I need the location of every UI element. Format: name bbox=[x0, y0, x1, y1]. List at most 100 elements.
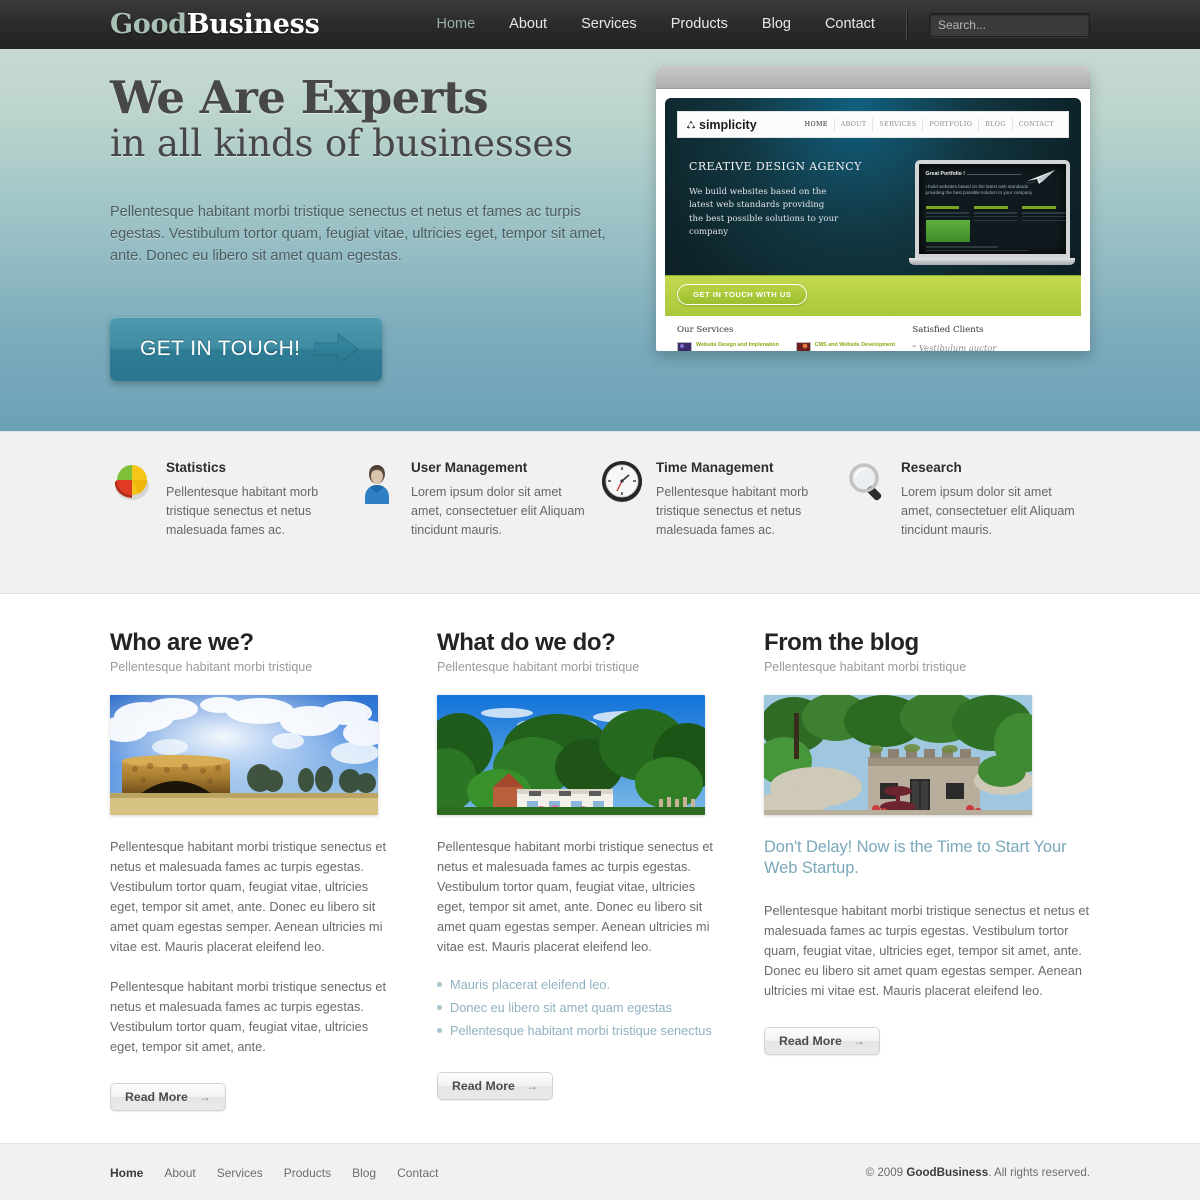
mock-laptop-bottom-lines bbox=[925, 246, 1046, 254]
list-item: Pellentesque habitant morbi tristique se… bbox=[436, 1023, 719, 1038]
clock-icon bbox=[600, 460, 648, 540]
read-more-button-who[interactable]: Read More → bbox=[110, 1083, 226, 1111]
logo-good: Good bbox=[110, 9, 187, 40]
column-what-do-we-do: What do we do? Pellentesque habitant mor… bbox=[436, 629, 764, 1111]
mock-nav-contact: CONTACT bbox=[1011, 118, 1060, 131]
cta-label: GET IN TOUCH! bbox=[140, 337, 301, 360]
bullet-dot-icon bbox=[436, 982, 442, 987]
mock-nav-blog: BLOG bbox=[978, 118, 1011, 131]
column-subheading: Pellentesque habitant morbi tristique bbox=[436, 660, 640, 674]
column-who-are-we: Who are we? Pellentesque habitant morbi … bbox=[110, 629, 437, 1111]
mock-service-label: CMS and Website Development bbox=[814, 342, 896, 348]
column-heading: What do we do? bbox=[436, 629, 616, 656]
column-paragraph: Pellentesque habitant morbi tristique se… bbox=[110, 979, 387, 1054]
recycle-icon bbox=[686, 120, 696, 128]
features-section: Statistics Pellentesque habitant morb tr… bbox=[0, 431, 1200, 594]
blog-post-title-link[interactable]: Don't Delay! Now is the Time to Start Yo… bbox=[764, 837, 1090, 879]
site-footer: Home About Services Products Blog Contac… bbox=[0, 1143, 1200, 1200]
bullet-dot-icon bbox=[436, 1005, 442, 1010]
column-heading: Who are we? bbox=[110, 629, 254, 656]
nav-item-contact[interactable]: Contact bbox=[808, 0, 892, 49]
footer-nav-services[interactable]: Services bbox=[217, 1166, 263, 1180]
mock-browser-titlebar bbox=[656, 66, 1090, 89]
nav-item-blog[interactable]: Blog bbox=[745, 0, 808, 49]
pie-chart-icon bbox=[110, 460, 158, 540]
feature-time-management: Time Management Pellentesque habitant mo… bbox=[600, 460, 845, 540]
main-navigation: Home About Services Products Blog Contac… bbox=[419, 0, 907, 49]
copyright-suffix: . All rights reserved. bbox=[988, 1166, 1090, 1179]
nav-item-products[interactable]: Products bbox=[654, 0, 745, 49]
list-item: Mauris placerat eleifend leo. bbox=[436, 977, 719, 992]
feature-text: Lorem ipsum dolor sit amet amet, consect… bbox=[901, 485, 1075, 537]
nav-item-services[interactable]: Services bbox=[564, 0, 654, 49]
paper-plane-icon bbox=[1025, 170, 1055, 184]
content-columns-section: Who are we? Pellentesque habitant morbi … bbox=[0, 594, 1200, 1111]
user-icon bbox=[355, 460, 403, 540]
column-paragraph: Pellentesque habitant morbi tristique se… bbox=[110, 839, 387, 954]
mock-service-item: CMS and Website Development bbox=[795, 342, 905, 351]
footer-navigation: Home About Services Products Blog Contac… bbox=[110, 1166, 438, 1180]
nav-item-about[interactable]: About bbox=[492, 0, 564, 49]
mock-laptop-text: I build websites based on the latest web… bbox=[925, 184, 1033, 196]
list-item: Donec eu libero sit amet quam egestas bbox=[436, 1000, 719, 1015]
read-more-label: Read More bbox=[451, 1079, 515, 1093]
website-preview-mock: simplicity HOME ABOUT SERVICES PORTFOLIO… bbox=[656, 66, 1090, 351]
mock-get-in-touch-button[interactable]: GET IN TOUCH WITH US bbox=[677, 284, 808, 305]
feature-user-management: User Management Lorem ipsum dolor sit am… bbox=[355, 460, 600, 540]
mock-site-logo: simplicity bbox=[686, 118, 757, 132]
mock-laptop-title: Great Portfolio ! bbox=[925, 171, 965, 177]
bullet-link[interactable]: Mauris placerat eleifend leo. bbox=[450, 977, 610, 992]
magnifier-icon bbox=[845, 460, 893, 540]
site-logo[interactable]: GoodBusiness bbox=[110, 9, 320, 40]
footer-nav-products[interactable]: Products bbox=[284, 1166, 331, 1180]
search-box bbox=[928, 12, 1090, 37]
hero-title-line2: in all kinds of businesses bbox=[110, 122, 573, 166]
column-image-what bbox=[436, 695, 705, 815]
feature-text: Pellentesque habitant morb tristique sen… bbox=[656, 485, 809, 537]
monitor-icon bbox=[795, 342, 811, 351]
get-in-touch-button[interactable]: GET IN TOUCH! bbox=[110, 317, 382, 381]
copyright-brand: GoodBusiness bbox=[906, 1166, 989, 1179]
mock-site-heading: CREATIVE DESIGN AGENCY bbox=[689, 160, 862, 173]
mock-nav-services: SERVICES bbox=[872, 118, 922, 131]
page-root: GoodBusiness Home About Services Product… bbox=[0, 0, 1200, 1200]
column-paragraph: Pellentesque habitant morbi tristique se… bbox=[436, 839, 713, 954]
read-more-button-blog[interactable]: Read More → bbox=[763, 1027, 880, 1055]
nav-divider bbox=[905, 9, 907, 40]
arrow-right-icon: → bbox=[852, 1034, 865, 1048]
nav-item-home[interactable]: Home bbox=[419, 0, 492, 49]
read-more-label: Read More bbox=[778, 1034, 842, 1048]
footer-nav-home[interactable]: Home bbox=[110, 1166, 143, 1180]
feature-title: Statistics bbox=[166, 460, 227, 475]
column-bullet-list: Mauris placerat eleifend leo. Donec eu l… bbox=[436, 977, 719, 1038]
mock-service-item: Website Design and Implenation bbox=[677, 342, 786, 351]
feature-statistics: Statistics Pellentesque habitant morb tr… bbox=[110, 460, 355, 540]
read-more-label: Read More bbox=[125, 1090, 188, 1104]
mock-site-nav-links: HOME ABOUT SERVICES PORTFOLIO BLOG CONTA… bbox=[799, 118, 1060, 131]
column-subheading: Pellentesque habitant morbi tristique bbox=[110, 660, 313, 674]
feature-title: Time Management bbox=[656, 460, 774, 475]
footer-nav-contact[interactable]: Contact bbox=[397, 1166, 438, 1180]
bullet-dot-icon bbox=[436, 1028, 442, 1033]
mock-clients-heading: Satisfied Clients bbox=[912, 325, 984, 335]
mock-service-label: Website Design and Implenation bbox=[696, 342, 779, 348]
feature-text: Lorem ipsum dolor sit amet amet, consect… bbox=[411, 485, 585, 537]
monitor-icon bbox=[677, 342, 692, 351]
read-more-button-what[interactable]: Read More → bbox=[436, 1072, 553, 1100]
hero-title-line1: We Are Experts bbox=[110, 71, 489, 124]
arrow-right-icon bbox=[314, 333, 359, 365]
mock-services-heading: Our Services bbox=[677, 325, 734, 335]
site-header: GoodBusiness Home About Services Product… bbox=[0, 0, 1200, 49]
feature-title: Research bbox=[901, 460, 962, 475]
feature-title: User Management bbox=[411, 460, 528, 475]
bullet-link[interactable]: Pellentesque habitant morbi tristique se… bbox=[450, 1023, 712, 1038]
mock-site-paragraph: We build websites based on the latest we… bbox=[689, 187, 839, 238]
hero-section: We Are Experts in all kinds of businesse… bbox=[0, 49, 1200, 431]
mock-site-footer: Our Services Website Design and Implenat… bbox=[665, 316, 1081, 351]
bullet-link[interactable]: Donec eu libero sit amet quam egestas bbox=[450, 1000, 672, 1015]
footer-nav-blog[interactable]: Blog bbox=[352, 1166, 376, 1180]
feature-research: Research Lorem ipsum dolor sit amet amet… bbox=[845, 460, 1090, 540]
footer-nav-about[interactable]: About bbox=[164, 1166, 195, 1180]
mock-site-page: simplicity HOME ABOUT SERVICES PORTFOLIO… bbox=[665, 98, 1081, 351]
search-input[interactable] bbox=[929, 13, 1089, 36]
